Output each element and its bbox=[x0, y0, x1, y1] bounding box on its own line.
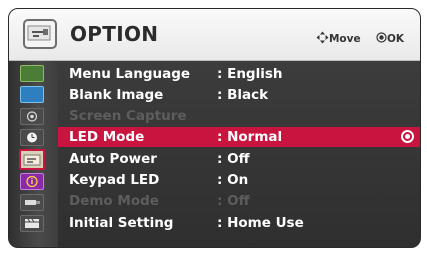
info-icon[interactable] bbox=[20, 173, 44, 190]
menu-item-label: Screen Capture bbox=[69, 108, 187, 124]
osd-menu-window: OPTION Move OK Menu Language: English B… bbox=[8, 8, 421, 248]
menu-item-keypad-led[interactable]: Keypad LED : On bbox=[58, 170, 420, 190]
menu-item-value: : Normal bbox=[217, 129, 283, 145]
input-icon[interactable] bbox=[20, 194, 44, 211]
menu-item-value: : Black bbox=[217, 87, 269, 103]
option-list: Menu Language : English Blank Image : Bl… bbox=[58, 61, 420, 247]
menu-item-label: Blank Image bbox=[69, 87, 164, 103]
option-toolbox-icon bbox=[23, 19, 57, 49]
menu-item-initial-setting[interactable]: Initial Setting : Home Use bbox=[58, 213, 420, 233]
menu-item-blank-image[interactable]: Blank Image : Black bbox=[58, 85, 420, 105]
menu-header: OPTION Move OK bbox=[9, 9, 420, 61]
audio-icon[interactable] bbox=[20, 108, 44, 125]
menu-item-value: : Off bbox=[217, 151, 250, 167]
category-sidebar bbox=[9, 61, 58, 247]
move-hint-label: Move bbox=[328, 33, 361, 45]
menu-item-label: LED Mode bbox=[69, 129, 145, 145]
menu-item-label: Demo Mode bbox=[69, 193, 159, 209]
menu-item-value: : On bbox=[217, 172, 249, 188]
ok-button-icon bbox=[376, 32, 387, 46]
menu-item-led-mode[interactable]: LED Mode : Normal bbox=[58, 127, 420, 147]
menu-item-screen-capture: Screen Capture bbox=[58, 106, 420, 126]
menu-item-auto-power[interactable]: Auto Power : Off bbox=[58, 149, 420, 169]
ok-select-icon[interactable] bbox=[401, 130, 414, 143]
picture-icon[interactable] bbox=[20, 65, 44, 82]
move-arrows-icon bbox=[316, 31, 329, 47]
menu-item-demo-mode: Demo Mode : Off bbox=[58, 191, 420, 211]
menu-item-menu-language[interactable]: Menu Language : English bbox=[58, 64, 420, 84]
menu-item-label: Menu Language bbox=[69, 66, 191, 82]
page-title: OPTION bbox=[70, 22, 159, 46]
navigation-hint: Move OK bbox=[316, 31, 404, 47]
option-icon[interactable] bbox=[19, 149, 45, 170]
screen-icon[interactable] bbox=[20, 86, 44, 103]
menu-item-value: : English bbox=[217, 66, 283, 82]
ok-hint-label: OK bbox=[386, 33, 404, 45]
menu-item-label: Auto Power bbox=[69, 151, 157, 167]
menu-item-label: Initial Setting bbox=[69, 215, 174, 231]
media-icon[interactable] bbox=[20, 215, 44, 232]
menu-item-label: Keypad LED bbox=[69, 172, 160, 188]
menu-item-value: : Home Use bbox=[217, 215, 304, 231]
menu-item-value: : Off bbox=[217, 193, 250, 209]
time-icon[interactable] bbox=[20, 129, 44, 146]
